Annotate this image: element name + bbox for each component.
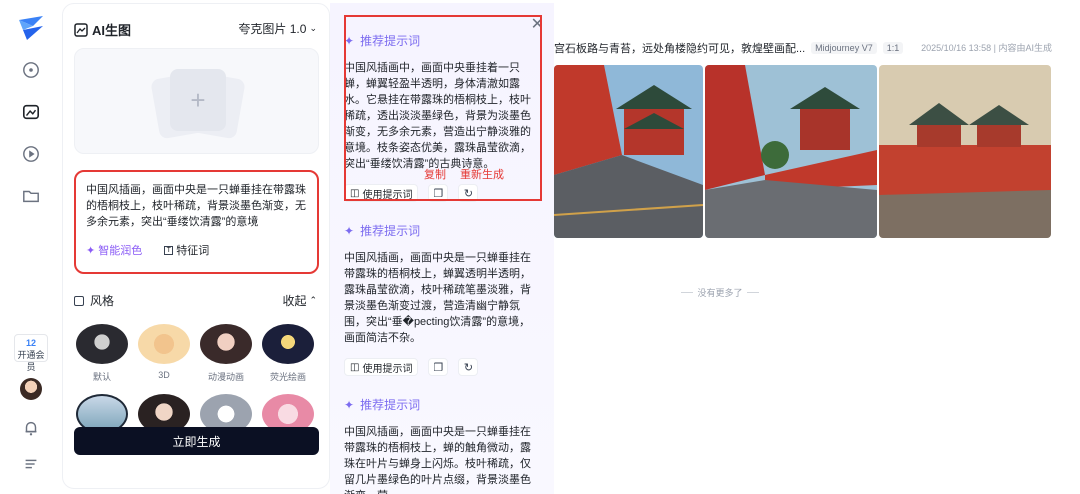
style-label: 默认: [92, 372, 111, 382]
vip-count: 12: [25, 338, 36, 348]
image-upload[interactable]: +: [74, 48, 319, 154]
keywords-label: 特征词: [176, 245, 210, 257]
suggestion-text: 中国风插画，画面中央是一只蝉垂挂在带露珠的梧桐枝上，蝉翼透明半透明，露珠晶莹欲滴…: [344, 252, 531, 344]
style-label: 荧光绘画: [269, 372, 306, 382]
divider: [681, 292, 694, 293]
result-prompt: 宫石板路与青苔，远处角楼隐约可见，敦煌壁画配...: [554, 43, 806, 55]
refresh-icon[interactable]: ↻: [458, 358, 479, 376]
panel-header: AI生图: [74, 20, 131, 39]
result-header: 宫石板路与青苔，远处角楼隐约可见，敦煌壁画配... Midjourney V7 …: [554, 40, 904, 56]
collapse-label: 收起: [282, 294, 307, 308]
folder-icon[interactable]: [21, 186, 41, 206]
plus-icon: +: [170, 69, 226, 131]
prompt-input[interactable]: 中国风插画，画面中央是一只蝉垂挂在带露珠的梧桐枝上，枝叶稀疏，背景淡墨色渐变，无…: [74, 170, 319, 274]
style-title: 风格: [90, 294, 115, 308]
video-icon[interactable]: [21, 144, 41, 164]
chevron-up-icon: ⌃: [309, 295, 317, 305]
use-prompt-button[interactable]: ◫ 使用提示词: [344, 358, 419, 376]
style-option-anime[interactable]: 动漫动画: [200, 324, 252, 383]
vip-button[interactable]: 12 开通会员: [14, 334, 48, 372]
left-rail: 12 开通会员: [0, 0, 62, 494]
sparkle-icon: ✦: [344, 223, 355, 238]
style-thumb: [138, 324, 190, 364]
annotation-links: 复制 重新生成: [424, 166, 504, 182]
style-thumb: [200, 324, 252, 364]
copy-link[interactable]: 复制: [424, 166, 446, 182]
model-tag: Midjourney V7: [811, 42, 877, 54]
suggestion-item: ✦ 推荐提示词 中国风插画，画面中央是一只蝉垂挂在带露珠的梧桐枝上，蝉翼透明半透…: [344, 222, 540, 376]
sparkle-icon: ✦: [344, 397, 355, 412]
style-thumb: [262, 324, 314, 364]
palace-image: [705, 65, 877, 238]
suggestion-title-label: 推荐提示词: [360, 398, 421, 412]
style-option-default[interactable]: 默认: [76, 324, 128, 383]
use-prompt-label: 使用提示词: [362, 363, 413, 375]
suggestion-text: 中国风插画，画面中央是一只蝉垂挂在带露珠的梧桐枝上，蝉的触角微动，露珠在叶片与蝉…: [344, 426, 531, 494]
insert-icon: ◫: [350, 361, 360, 373]
no-more-indicator: 没有更多了: [664, 286, 776, 299]
vip-label: 开通会员: [17, 350, 45, 372]
explore-icon[interactable]: [21, 60, 41, 80]
style-option-neon[interactable]: 荧光绘画: [262, 324, 314, 383]
style-option-3d[interactable]: 3D: [138, 324, 190, 380]
keywords-icon: T: [164, 245, 174, 255]
suggestion-title-label: 推荐提示词: [360, 224, 421, 238]
suggestion-actions: ◫ 使用提示词 ❐ ↻: [344, 358, 540, 376]
suggestion-title: ✦ 推荐提示词: [344, 222, 540, 239]
generation-panel: AI生图 夸克图片 1.0 ⌄ + 中国风插画，画面中央是一只蝉垂挂在带露珠的梧…: [62, 3, 330, 489]
palace-image: [879, 65, 1051, 238]
prompt-text[interactable]: 中国风插画，画面中央是一只蝉垂挂在带露珠的梧桐枝上，枝叶稀疏，背景淡墨色渐变，无…: [86, 182, 307, 230]
style-label: 动漫动画: [207, 372, 244, 382]
regenerate-link[interactable]: 重新生成: [460, 166, 504, 182]
result-meta: 2025/10/16 13:58 | 内容由AI生成: [921, 43, 1052, 53]
generate-button[interactable]: 立即生成: [74, 427, 319, 455]
style-icon: [74, 295, 84, 306]
result-image[interactable]: [705, 65, 877, 238]
result-image[interactable]: [554, 65, 703, 238]
menu-icon[interactable]: [21, 454, 41, 474]
model-label: 夸克图片 1.0: [238, 22, 307, 36]
collapse-button[interactable]: 收起 ⌃: [282, 292, 317, 309]
style-header: 风格: [74, 292, 114, 309]
ratio-tag: 1:1: [882, 42, 904, 54]
prompt-tools: ✦ 智能润色 T 特征词: [86, 240, 216, 260]
panel-title: AI生图: [92, 23, 132, 38]
app-logo-icon[interactable]: [17, 16, 45, 40]
style-thumb: [76, 324, 128, 364]
palace-image: [554, 65, 703, 238]
suggestion-item: ✦ 推荐提示词 中国风插画，画面中央是一只蝉垂挂在带露珠的梧桐枝上，蝉的触角微动…: [344, 396, 540, 494]
no-more-label: 没有更多了: [697, 288, 743, 298]
image-gen-icon: [74, 22, 88, 37]
smart-polish-label: 智能润色: [98, 245, 143, 257]
image-gen-icon[interactable]: [21, 102, 41, 122]
chevron-down-icon: ⌄: [309, 23, 317, 33]
suggestion-title: ✦ 推荐提示词: [344, 396, 540, 413]
sparkle-icon: ✦: [86, 244, 96, 257]
result-image[interactable]: [879, 65, 1051, 238]
model-select[interactable]: 夸克图片 1.0 ⌄: [238, 20, 317, 37]
smart-polish-button[interactable]: ✦ 智能润色: [86, 242, 142, 258]
style-label: 3D: [158, 370, 170, 380]
keywords-button[interactable]: T 特征词: [158, 240, 216, 260]
divider: [746, 292, 759, 293]
bell-icon[interactable]: [21, 418, 41, 438]
avatar[interactable]: [20, 378, 42, 400]
copy-icon[interactable]: ❐: [428, 358, 449, 376]
